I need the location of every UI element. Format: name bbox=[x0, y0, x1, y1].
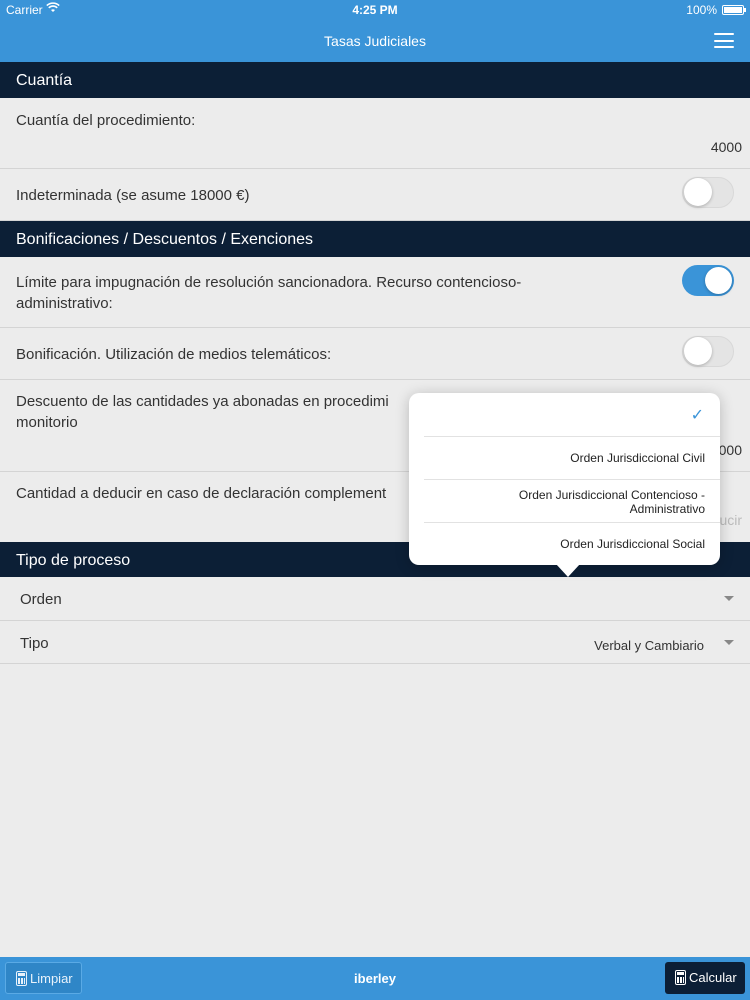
page-title: Tasas Judiciales bbox=[324, 33, 426, 49]
bottom-toolbar: Limpiar iberley Calcular bbox=[0, 957, 750, 1000]
chevron-down-icon bbox=[724, 640, 734, 645]
battery-percentage: 100% bbox=[686, 3, 717, 17]
top-bar: Carrier 4:25 PM 100% Tasas Judiciales bbox=[0, 0, 750, 62]
section-header-bonificaciones: Bonificaciones / Descuentos / Exenciones bbox=[0, 221, 750, 257]
cuantia-procedimiento-row[interactable]: Cuantía del procedimiento: 4000 bbox=[0, 98, 750, 169]
picker-option-label: Orden Jurisdiccional Social bbox=[560, 537, 705, 551]
limite-impugnacion-row: Límite para impugnación de resolución sa… bbox=[0, 257, 750, 328]
orden-select[interactable]: Orden bbox=[0, 577, 750, 621]
picker-option-empty[interactable]: ✓ bbox=[409, 393, 720, 436]
descuento-input[interactable]: 000 bbox=[719, 442, 742, 458]
calculate-button-label: Calcular bbox=[689, 970, 737, 985]
calculator-icon bbox=[675, 970, 686, 985]
tipo-select[interactable]: Tipo Verbal y Cambiario bbox=[0, 621, 750, 664]
indeterminada-row: Indeterminada (se asume 18000 €) bbox=[0, 169, 750, 221]
limite-impugnacion-label-line1: Límite para impugnación de resolución sa… bbox=[16, 274, 522, 291]
chevron-down-icon bbox=[724, 596, 734, 601]
status-time: 4:25 PM bbox=[352, 3, 398, 17]
telematicos-row: Bonificación. Utilización de medios tele… bbox=[0, 328, 750, 380]
section-header-cuantia: Cuantía bbox=[0, 62, 750, 98]
tipo-label: Tipo bbox=[20, 635, 49, 652]
limite-impugnacion-toggle[interactable] bbox=[682, 265, 734, 296]
picker-option-label: Orden Jurisdiccional Civil bbox=[570, 451, 705, 465]
deducir-label: Cantidad a deducir en caso de declaració… bbox=[16, 485, 387, 502]
picker-option-social[interactable]: Orden Jurisdiccional Social bbox=[409, 523, 720, 565]
battery-icon bbox=[722, 5, 746, 15]
telematicos-label: Bonificación. Utilización de medios tele… bbox=[16, 346, 332, 363]
descuento-label-line1: Descuento de las cantidades ya abonadas … bbox=[16, 393, 389, 410]
tipo-value: Verbal y Cambiario bbox=[594, 638, 704, 653]
orden-picker-popover: ✓ Orden Jurisdiccional Civil Orden Juris… bbox=[409, 393, 720, 565]
hamburger-menu-icon[interactable] bbox=[714, 33, 734, 48]
brand-logo-text: iberley bbox=[354, 971, 396, 986]
limite-impugnacion-label-line2: administrativo: bbox=[16, 295, 113, 312]
status-bar: Carrier 4:25 PM 100% bbox=[0, 0, 750, 20]
cuantia-procedimiento-input[interactable]: 4000 bbox=[711, 139, 742, 155]
picker-option-label-line2: Administrativo bbox=[629, 502, 705, 516]
cuantia-procedimiento-label: Cuantía del procedimiento: bbox=[16, 112, 196, 129]
descuento-label-line2: monitorio bbox=[16, 414, 78, 431]
section-title: Bonificaciones / Descuentos / Exenciones bbox=[16, 231, 314, 248]
section-title: Tipo de proceso bbox=[16, 552, 131, 569]
picker-option-contencioso[interactable]: Orden Jurisdiccional Contencioso - Admin… bbox=[409, 480, 720, 522]
checkmark-icon: ✓ bbox=[690, 407, 704, 424]
indeterminada-label: Indeterminada (se asume 18000 €) bbox=[16, 187, 250, 204]
indeterminada-toggle[interactable] bbox=[682, 177, 734, 208]
telematicos-toggle[interactable] bbox=[682, 336, 734, 367]
calculate-button[interactable]: Calcular bbox=[665, 962, 745, 994]
picker-option-civil[interactable]: Orden Jurisdiccional Civil bbox=[409, 437, 720, 479]
section-title: Cuantía bbox=[16, 72, 73, 89]
picker-option-label-line1: Orden Jurisdiccional Contencioso - bbox=[518, 488, 705, 502]
deducir-input-placeholder[interactable]: ucir bbox=[719, 512, 742, 528]
popover-arrow bbox=[556, 564, 580, 577]
orden-label: Orden bbox=[20, 591, 62, 608]
